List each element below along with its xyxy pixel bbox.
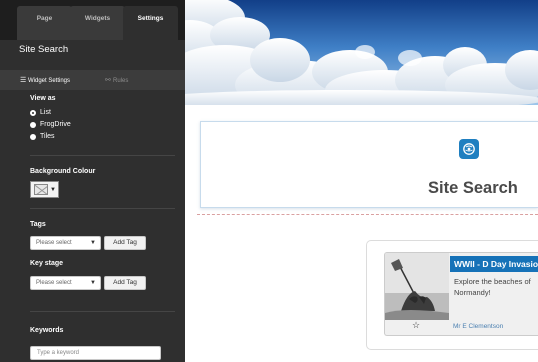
result-author[interactable]: Mr E Clementson xyxy=(453,323,503,330)
keywords-label: Keywords xyxy=(30,327,64,334)
search-icon xyxy=(459,139,479,159)
widget-heading: Site Search xyxy=(428,179,518,197)
sliders-icon: ☰ xyxy=(20,77,27,84)
tab-page[interactable]: Page xyxy=(17,6,72,40)
tab-settings[interactable]: Settings xyxy=(123,6,178,40)
tags-select-value: Please select xyxy=(36,240,72,246)
view-as-label: View as xyxy=(30,95,56,102)
radio-button[interactable] xyxy=(30,133,36,140)
colour-picker[interactable]: ▼ xyxy=(30,181,59,198)
caret-down-icon: ▼ xyxy=(50,186,56,193)
key-stage-select[interactable]: Please select ▼ xyxy=(30,276,101,290)
sidebar-subtabs: ☰ Widget Settings ⚯ Rules xyxy=(0,70,185,90)
key-stage-select-value: Please select xyxy=(36,280,72,286)
radio-button[interactable] xyxy=(30,109,36,116)
radio-button[interactable] xyxy=(30,121,36,128)
radio-label: Tiles xyxy=(40,133,55,140)
result-title[interactable]: WWII - D Day Invasion xyxy=(450,256,538,272)
result-description: Explore the beaches of Normandy! xyxy=(454,277,531,297)
divider xyxy=(30,311,175,312)
subtab-label: Rules xyxy=(113,78,129,84)
subtab-widget-settings[interactable]: ☰ Widget Settings xyxy=(20,76,70,84)
radio-label: FrogDrive xyxy=(40,121,71,128)
sidebar-tabs: Page Widgets Settings xyxy=(0,0,185,40)
result-thumbnail-image xyxy=(385,253,449,320)
rules-icon: ⚯ xyxy=(105,77,111,84)
settings-sidebar: Page Widgets Settings Site Search ☰ Widge… xyxy=(0,0,185,362)
result-card[interactable]: WWII - D Day Invasion Explore the beache… xyxy=(384,252,538,336)
site-search-widget[interactable]: Site Search xyxy=(200,121,538,208)
widget-boundary xyxy=(197,214,538,215)
keyword-input[interactable]: Type a keyword xyxy=(30,346,161,360)
add-tag-button[interactable]: Add Tag xyxy=(104,236,146,250)
divider xyxy=(30,208,175,209)
tags-select[interactable]: Please select ▼ xyxy=(30,236,101,250)
star-icon[interactable]: ☆ xyxy=(412,320,420,331)
radio-label: List xyxy=(40,109,51,116)
no-colour-swatch-icon xyxy=(34,184,48,195)
radio-tiles[interactable]: Tiles xyxy=(30,133,55,140)
subtab-label: Widget Settings xyxy=(28,78,71,84)
background-colour-label: Background Colour xyxy=(30,168,96,175)
sky-banner-image xyxy=(185,0,538,105)
add-key-stage-tag-button[interactable]: Add Tag xyxy=(104,276,146,290)
tags-label: Tags xyxy=(30,221,46,228)
caret-down-icon: ▼ xyxy=(90,280,96,286)
search-results-panel: WWII - D Day Invasion Explore the beache… xyxy=(366,240,538,350)
divider xyxy=(30,155,175,156)
page-canvas: Site Search WWII - D Day Invasion Explor… xyxy=(185,0,538,362)
key-stage-label: Key stage xyxy=(30,260,64,267)
caret-down-icon: ▼ xyxy=(90,240,96,246)
sidebar-title: Site Search xyxy=(19,44,69,55)
subtab-rules[interactable]: ⚯ Rules xyxy=(105,76,128,84)
radio-frogdrive[interactable]: FrogDrive xyxy=(30,121,71,128)
radio-list[interactable]: List xyxy=(30,109,51,116)
tab-widgets[interactable]: Widgets xyxy=(70,6,125,40)
